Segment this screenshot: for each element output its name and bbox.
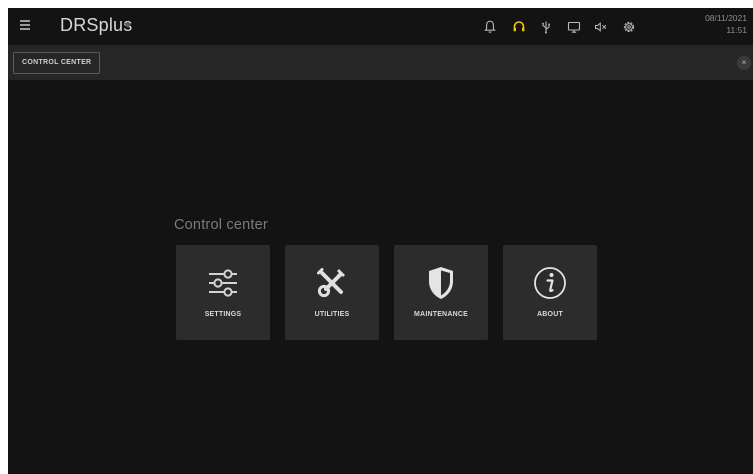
- app-screen: DRSplus 08/11/2021 11:51 CONTROL CENTER …: [8, 8, 753, 474]
- settings-tile[interactable]: SETTINGS: [176, 245, 270, 340]
- tile-label: SETTINGS: [204, 311, 242, 318]
- close-icon[interactable]: ×: [737, 56, 751, 70]
- section-title: Control center: [174, 217, 268, 233]
- utilities-tile[interactable]: UTILITIES: [285, 245, 379, 340]
- maintenance-tile[interactable]: MAINTENANCE: [394, 245, 488, 340]
- tile-label: UTILITIES: [314, 311, 350, 318]
- info-icon: [530, 263, 570, 303]
- speaker-muted-icon[interactable]: [593, 19, 609, 35]
- menu-icon[interactable]: [20, 20, 30, 30]
- monitor-icon[interactable]: [566, 19, 582, 35]
- app-title: DRSplus: [60, 15, 133, 35]
- control-center-button[interactable]: CONTROL CENTER: [13, 52, 101, 74]
- shield-icon: [421, 263, 461, 303]
- time-text: 11:51: [726, 25, 747, 35]
- bell-icon[interactable]: [482, 19, 498, 35]
- datetime-display: 08/11/2021 11:51: [705, 12, 747, 36]
- sub-bar: [8, 45, 753, 80]
- top-bar: DRSplus 08/11/2021 11:51: [8, 8, 753, 45]
- sliders-icon: [203, 263, 243, 303]
- usb-icon[interactable]: [538, 19, 554, 35]
- tile-label: ABOUT: [537, 311, 563, 318]
- tile-label: MAINTENANCE: [414, 311, 468, 318]
- tools-icon: [312, 263, 352, 303]
- date-text: 08/11/2021: [705, 13, 747, 23]
- headset-icon[interactable]: [511, 19, 527, 35]
- gear-icon[interactable]: [621, 19, 637, 35]
- app-dropdown-caret-icon[interactable]: [124, 23, 132, 28]
- about-tile[interactable]: ABOUT: [503, 245, 597, 340]
